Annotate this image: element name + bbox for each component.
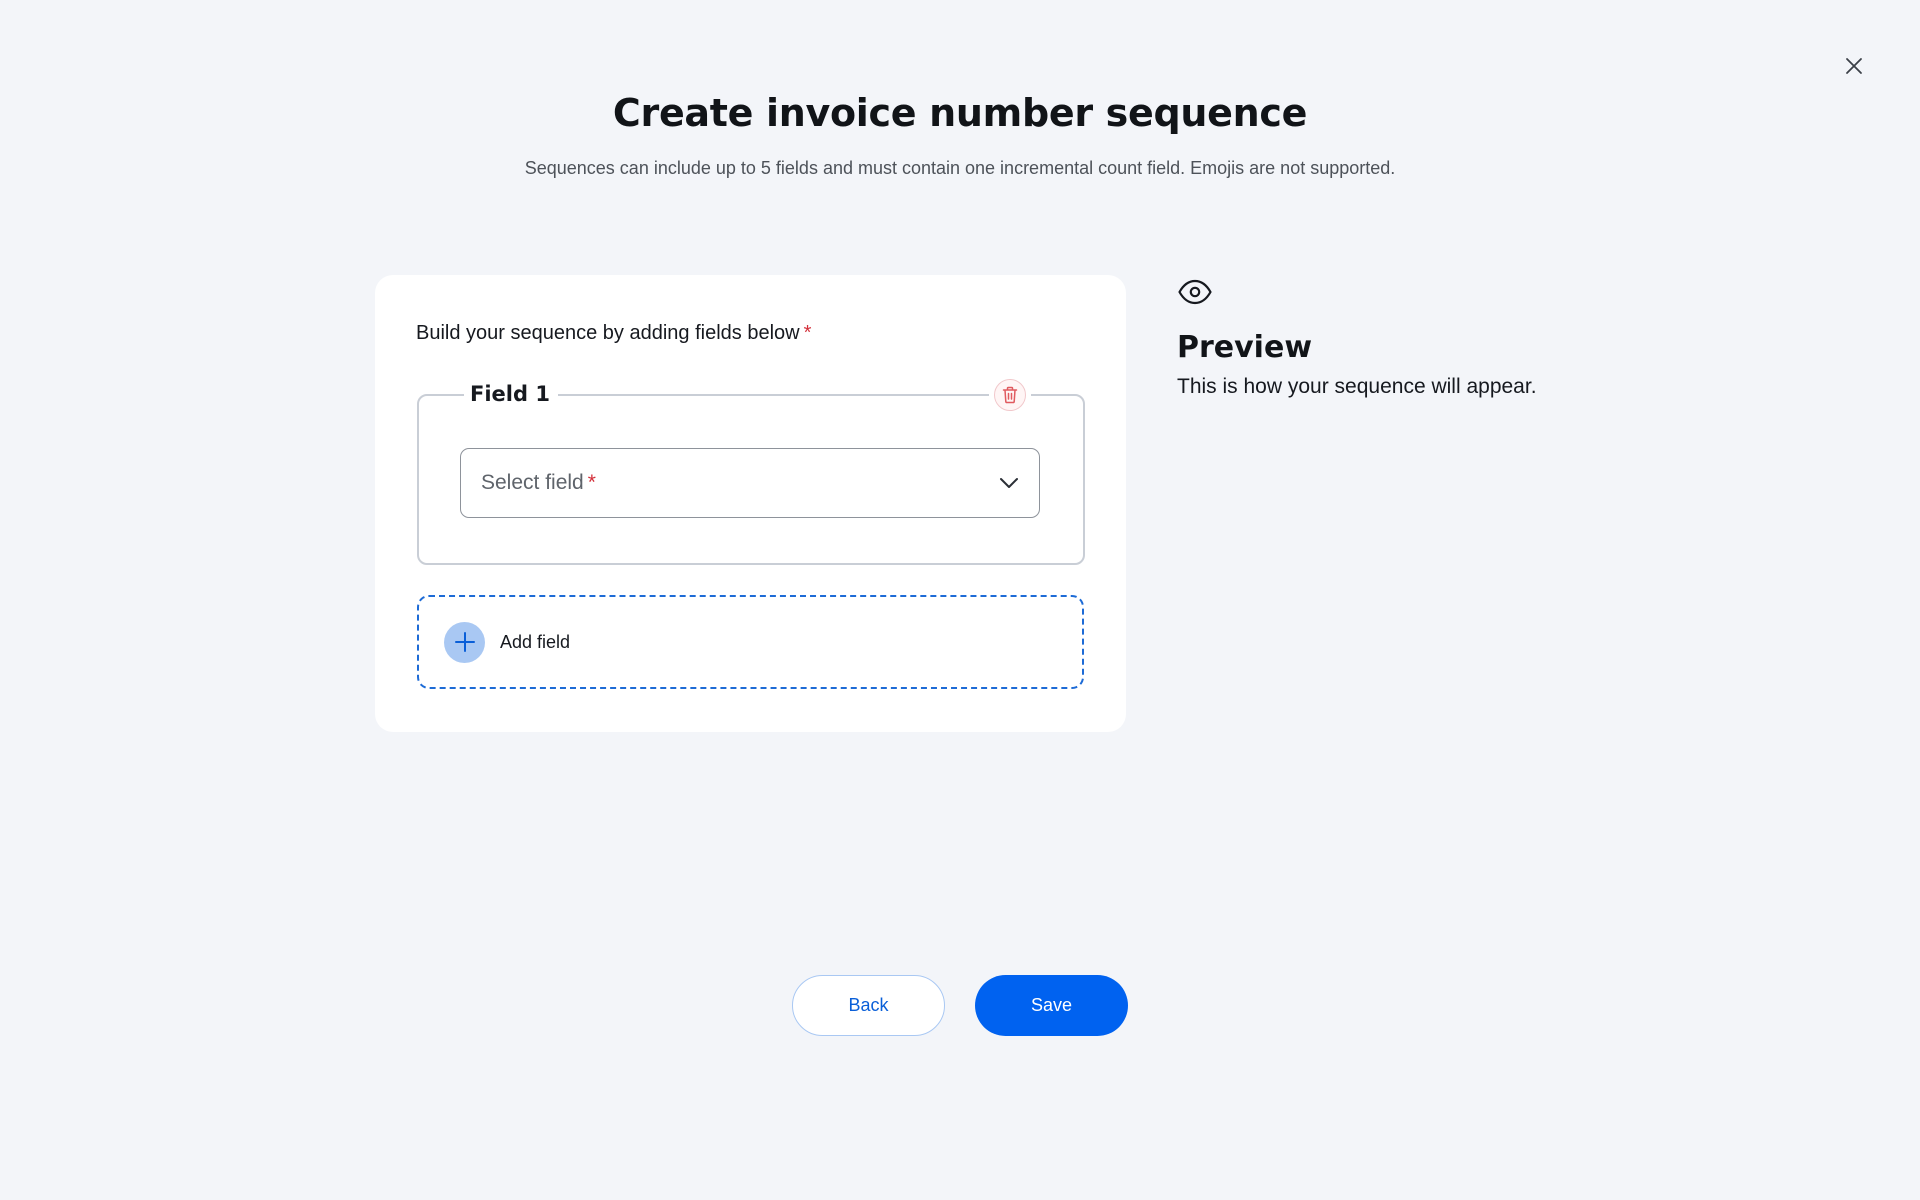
preview-title: Preview [1177,330,1313,365]
save-button[interactable]: Save [975,975,1128,1036]
sequence-builder-card: Build your sequence by adding fields bel… [375,275,1126,732]
close-icon [1846,58,1862,74]
select-field-placeholder: Select field * [481,471,999,495]
delete-field-circle [994,379,1026,411]
page-subtitle: Sequences can include up to 5 fields and… [524,158,1396,178]
page-title: Create invoice number sequence [612,91,1308,135]
close-button[interactable] [1839,53,1869,79]
builder-heading: Build your sequence by adding fields bel… [416,319,811,347]
add-field-button[interactable]: Add field [417,595,1084,689]
field-group-1: Field 1 Select field * [417,377,1085,565]
builder-heading-text: Build your sequence by adding fields bel… [416,322,800,344]
select-required-asterisk: * [587,471,596,494]
plus-icon [454,632,475,652]
field-legend: Field 1 [464,377,558,411]
trash-icon [1002,386,1018,404]
delete-field-button[interactable] [989,378,1031,412]
select-field-placeholder-text: Select field [481,471,584,494]
back-button[interactable]: Back [792,975,945,1036]
add-field-circle [444,621,485,663]
add-field-label: Add field [500,631,571,652]
select-field-dropdown[interactable]: Select field * [460,448,1040,518]
eye-icon [1178,279,1212,305]
preview-description: This is how your sequence will appear. [1177,375,1537,398]
chevron-down-icon [1000,478,1018,488]
required-asterisk: * [803,322,812,344]
